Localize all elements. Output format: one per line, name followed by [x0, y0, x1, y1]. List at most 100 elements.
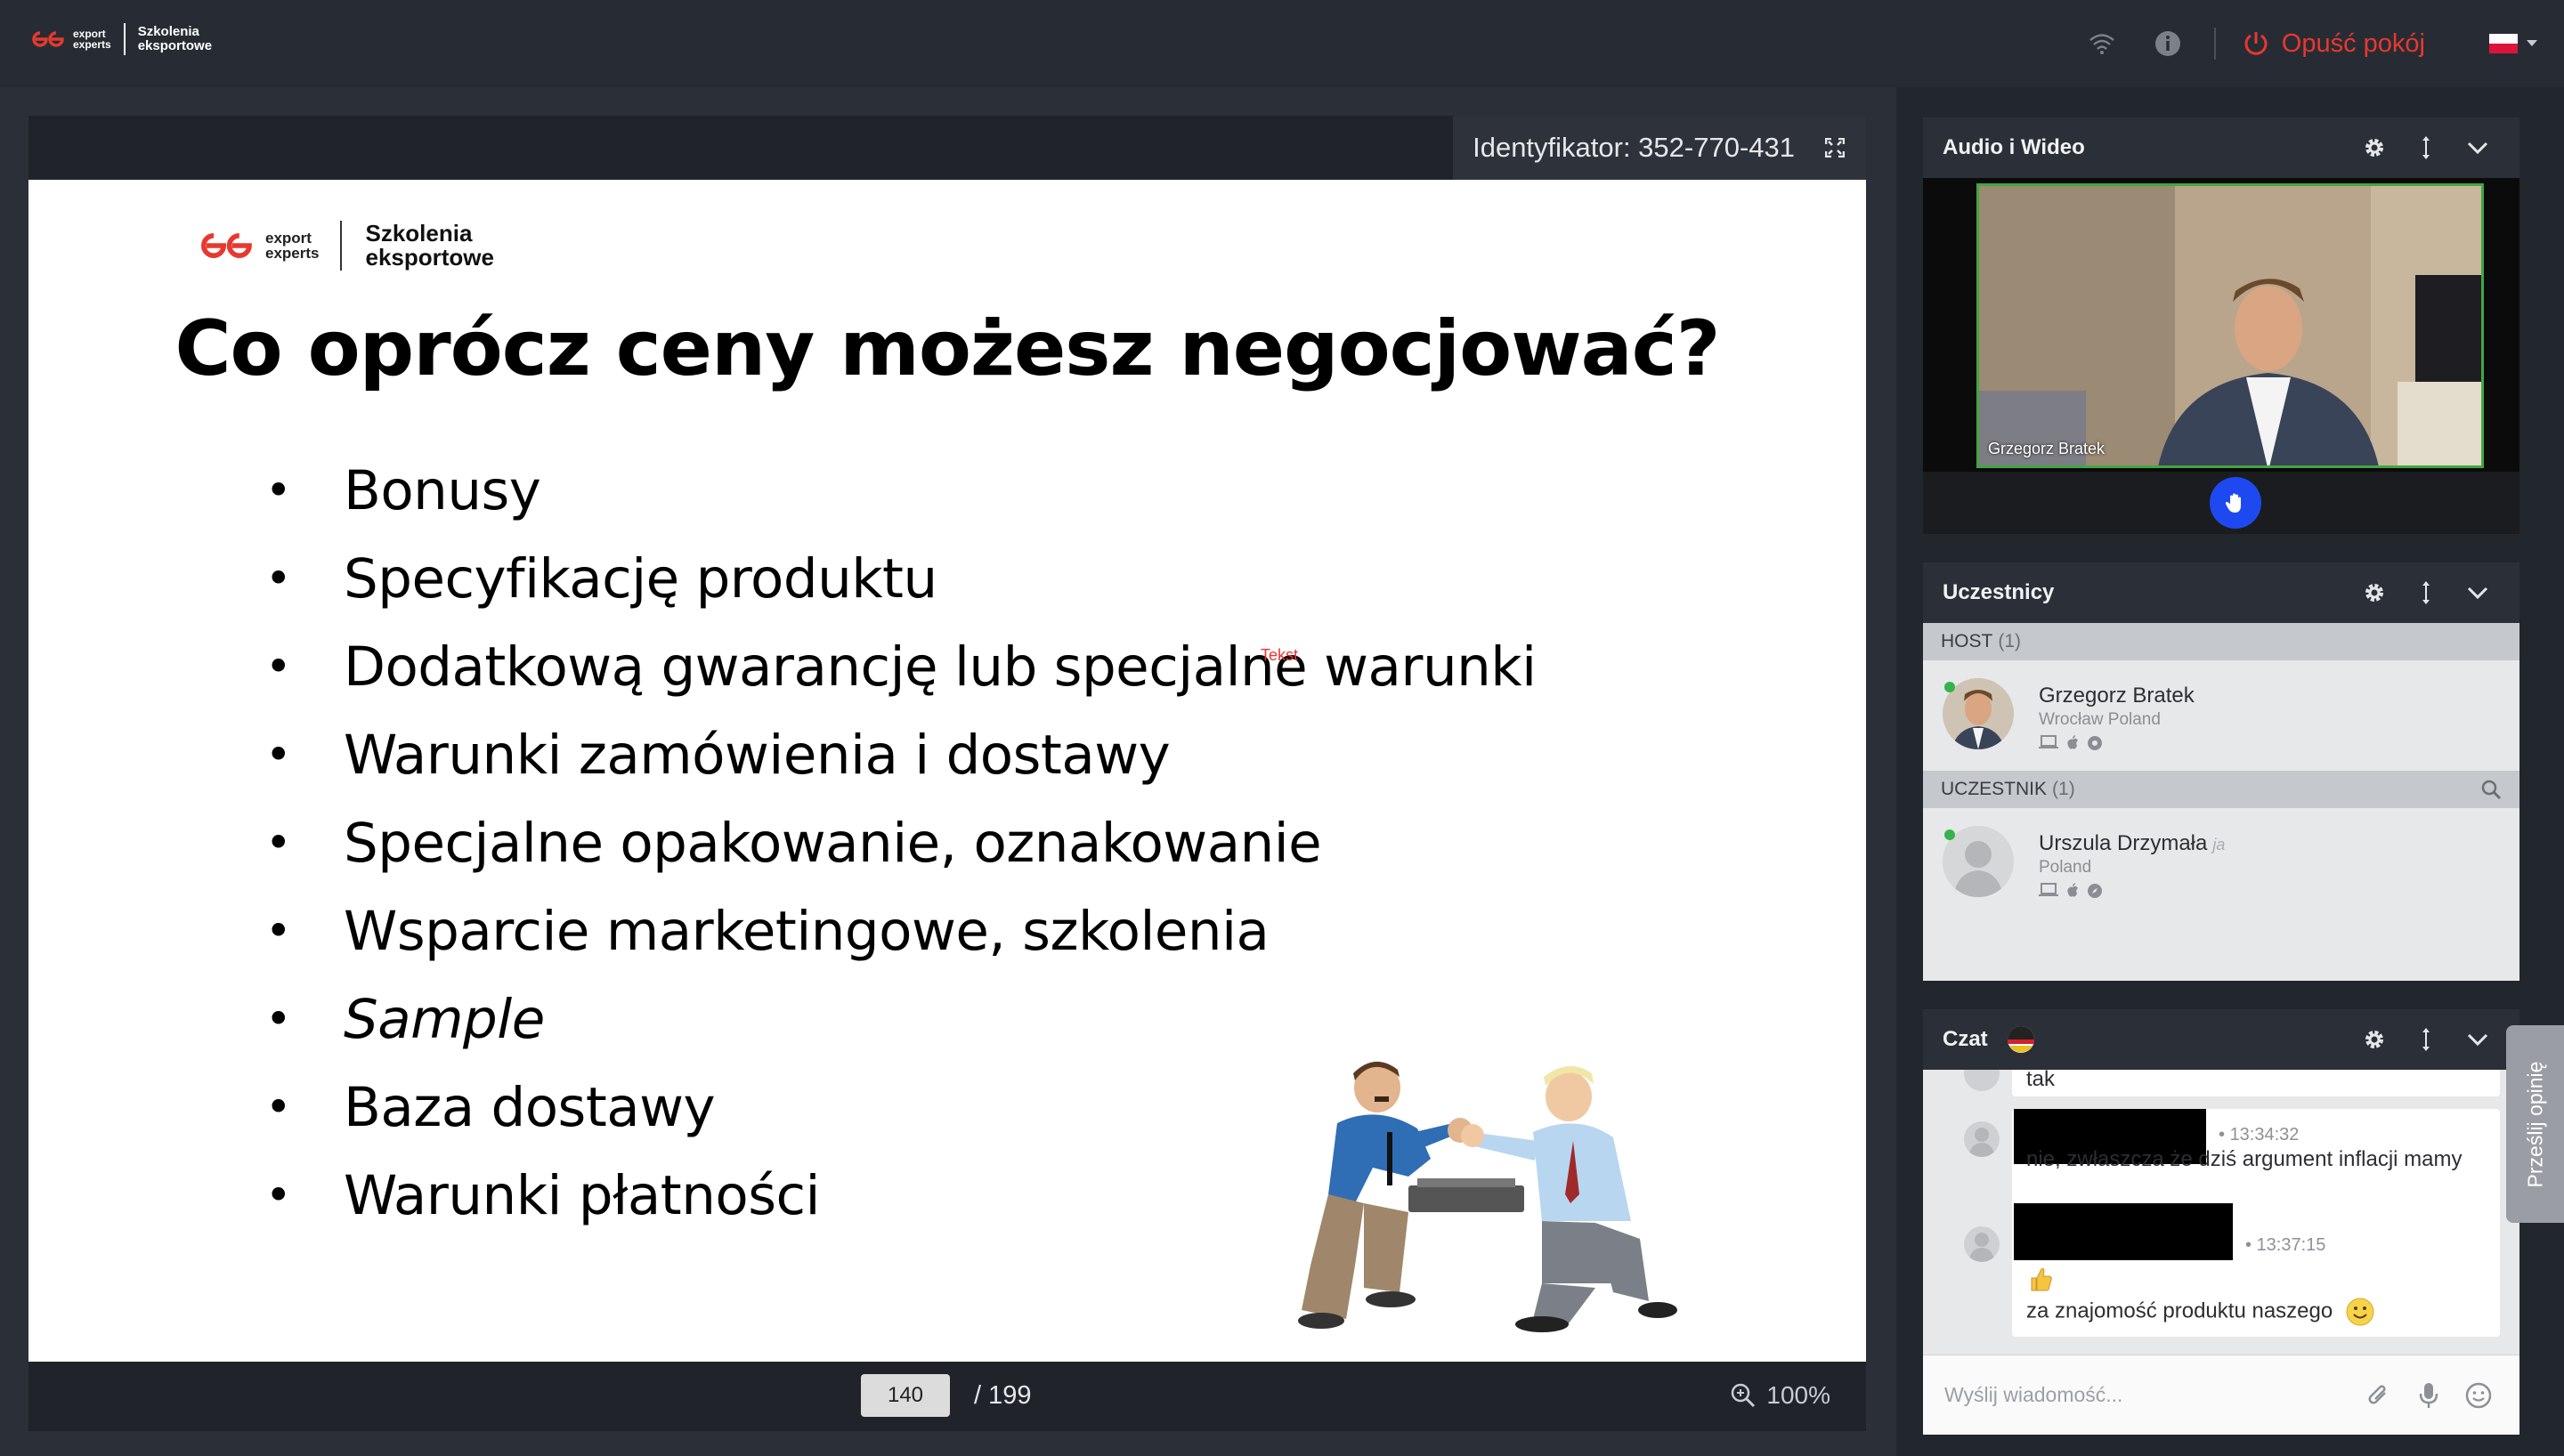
online-status-dot: [1944, 682, 1955, 692]
presentation-viewer: Identyfikator: 352-770-431 export expert…: [28, 116, 1866, 1431]
video-tile[interactable]: Grzegorz Bratek: [1976, 183, 2484, 468]
bullet-item: Wsparcie marketingowe, szkolenia: [251, 887, 1537, 975]
chat-settings-button[interactable]: [2352, 1022, 2397, 1057]
participant-group-label: UCZESTNIK: [1941, 779, 2048, 799]
chevron-down-icon: [2467, 142, 2488, 155]
participants-header: Uczestnicy: [1923, 562, 2519, 623]
logo-small-line2: experts: [73, 38, 111, 51]
drag-handle-icon: [2422, 136, 2430, 159]
participants-title: Uczestnicy: [1943, 580, 2055, 604]
audio-video-title: Audio i Wideo: [1943, 135, 2085, 159]
online-status-dot: [1944, 829, 1955, 840]
voice-message-button[interactable]: [2409, 1376, 2448, 1415]
message-avatar: [1964, 1226, 2000, 1262]
message-text: nie, zwłaszcza że dziś argument inflacji…: [2026, 1147, 2463, 1171]
participants-collapse-button[interactable]: [2455, 575, 2500, 611]
host-group-header: HOST (1): [1923, 623, 2519, 660]
search-icon[interactable]: [2480, 779, 2502, 800]
leave-room-button[interactable]: Opuść pokój: [2243, 29, 2425, 59]
room-identifier: Identyfikator: 352-770-431: [1453, 116, 1866, 180]
message-text-line: za znajomość produktu naszego: [2026, 1298, 2374, 1326]
power-icon: [2244, 32, 2268, 55]
emoji-button[interactable]: [2459, 1376, 2498, 1415]
info-button[interactable]: [2148, 24, 2187, 63]
gear-icon: [2365, 584, 2383, 602]
host-group-count: (1): [1998, 631, 2022, 651]
chat-input-bar: Wyślij wiadomość...: [1923, 1355, 2519, 1435]
zoom-level: 100%: [1766, 1381, 1830, 1409]
host-group-label: HOST: [1941, 631, 1993, 651]
microphone-icon: [2419, 1382, 2438, 1408]
chat-message: • 13:37:15 za znajomość produktu naszego: [2012, 1203, 2500, 1337]
zoom-control[interactable]: 100%: [1731, 1374, 1830, 1417]
browser-icon: [2088, 736, 2102, 750]
chat-message: tak: [2012, 1070, 2500, 1096]
slide-logo-title-line2: eksportowe: [365, 244, 494, 271]
participant-device-icons: [2039, 883, 2519, 899]
participant-location: Poland: [2039, 858, 2092, 877]
safari-icon: [2088, 884, 2102, 898]
chat-title: Czat: [1943, 1027, 1988, 1051]
logo-title-line1: Szkolenia: [137, 24, 199, 39]
paperclip-icon: [2368, 1384, 2386, 1403]
audio-video-move-button[interactable]: [2404, 130, 2448, 166]
total-pages: / 199: [974, 1380, 1032, 1410]
slide-title: Co oprócz ceny możesz negocjować?: [174, 304, 1720, 393]
message-avatar: [1964, 1070, 2000, 1091]
apple-icon: [2067, 883, 2078, 897]
message-time-value: 13:37:15: [2256, 1235, 2326, 1255]
ee-logo-icon: [201, 233, 252, 258]
top-divider: [2213, 28, 2216, 60]
participant-name: Grzegorz Bratek: [2039, 684, 2195, 708]
chat-collapse-button[interactable]: [2455, 1022, 2500, 1057]
top-right-controls: Opuść pokój: [2056, 21, 2537, 66]
slide-logo-separator: [340, 221, 343, 271]
audio-video-collapse-button[interactable]: [2455, 130, 2500, 166]
bullet-item: Specyfikację produktu: [251, 535, 1537, 623]
leave-room-label: Opuść pokój: [2281, 28, 2425, 58]
message-time-value: 13:34:32: [2229, 1125, 2300, 1145]
logo-separator: [123, 23, 126, 55]
current-page-input[interactable]: 140: [861, 1374, 950, 1417]
participants-move-button[interactable]: [2404, 575, 2448, 611]
chat-message-input[interactable]: Wyślij wiadomość...: [1944, 1383, 2349, 1407]
sidebar: Audio i Wideo Grzegorz Bratek Uczestnicy…: [1896, 87, 2564, 1456]
language-flags-icon[interactable]: [2006, 1024, 2036, 1055]
slide-logo-small-line1: export: [265, 230, 312, 247]
participant-row-host[interactable]: Grzegorz Bratek Wrocław Poland: [1923, 660, 2519, 771]
drag-handle-icon: [2422, 1028, 2430, 1051]
message-text: tak: [2026, 1070, 2056, 1091]
connection-icon[interactable]: [2082, 24, 2122, 63]
bullet-item: Warunki zamówienia i dostawy: [251, 711, 1537, 799]
bullet-item: Bonusy: [251, 447, 1537, 535]
laptop-icon: [2039, 883, 2058, 896]
fullscreen-icon[interactable]: [1825, 138, 1845, 158]
send-feedback-tab[interactable]: Prześlij opinię: [2506, 1025, 2564, 1223]
chat-move-button[interactable]: [2404, 1022, 2448, 1057]
zoom-in-icon: [1732, 1383, 1756, 1408]
smiley-emoji-icon: [2346, 1298, 2374, 1326]
participant-device-icons: [2039, 735, 2519, 751]
ee-logo-icon: [32, 31, 64, 47]
bullet-item: Sample: [251, 975, 1537, 1064]
chat-header: Czat: [1923, 1009, 2519, 1070]
gear-icon: [2365, 1031, 2383, 1048]
slide-logo-small-line2: experts: [265, 245, 320, 262]
bullet-item: Specjalne opakowanie, oznakowanie: [251, 799, 1537, 887]
chevron-down-icon: [2467, 1033, 2488, 1047]
attach-file-button[interactable]: [2359, 1376, 2398, 1415]
send-feedback-label: Prześlij opinię: [2523, 1061, 2546, 1187]
participants-panel: Uczestnicy HOST (1) Grzegorz Bratek Wroc…: [1923, 562, 2519, 981]
language-selector[interactable]: [2489, 34, 2537, 53]
chevron-down-icon: [2467, 586, 2488, 600]
participant-location: Wrocław Poland: [2039, 710, 2161, 729]
participant-row-self[interactable]: Urszula Drzymała ja Poland: [1923, 808, 2519, 918]
apple-icon: [2067, 735, 2078, 749]
participants-settings-button[interactable]: [2352, 575, 2397, 611]
gear-icon: [2365, 139, 2383, 157]
logo-title: Szkolenia eksportowe: [138, 25, 212, 53]
slide-logo-title-line1: Szkolenia: [365, 220, 473, 247]
audio-video-settings-button[interactable]: [2352, 130, 2397, 166]
slide-logo: export experts Szkolenia eksportowe: [199, 221, 494, 271]
raise-hand-button[interactable]: [2210, 477, 2261, 529]
